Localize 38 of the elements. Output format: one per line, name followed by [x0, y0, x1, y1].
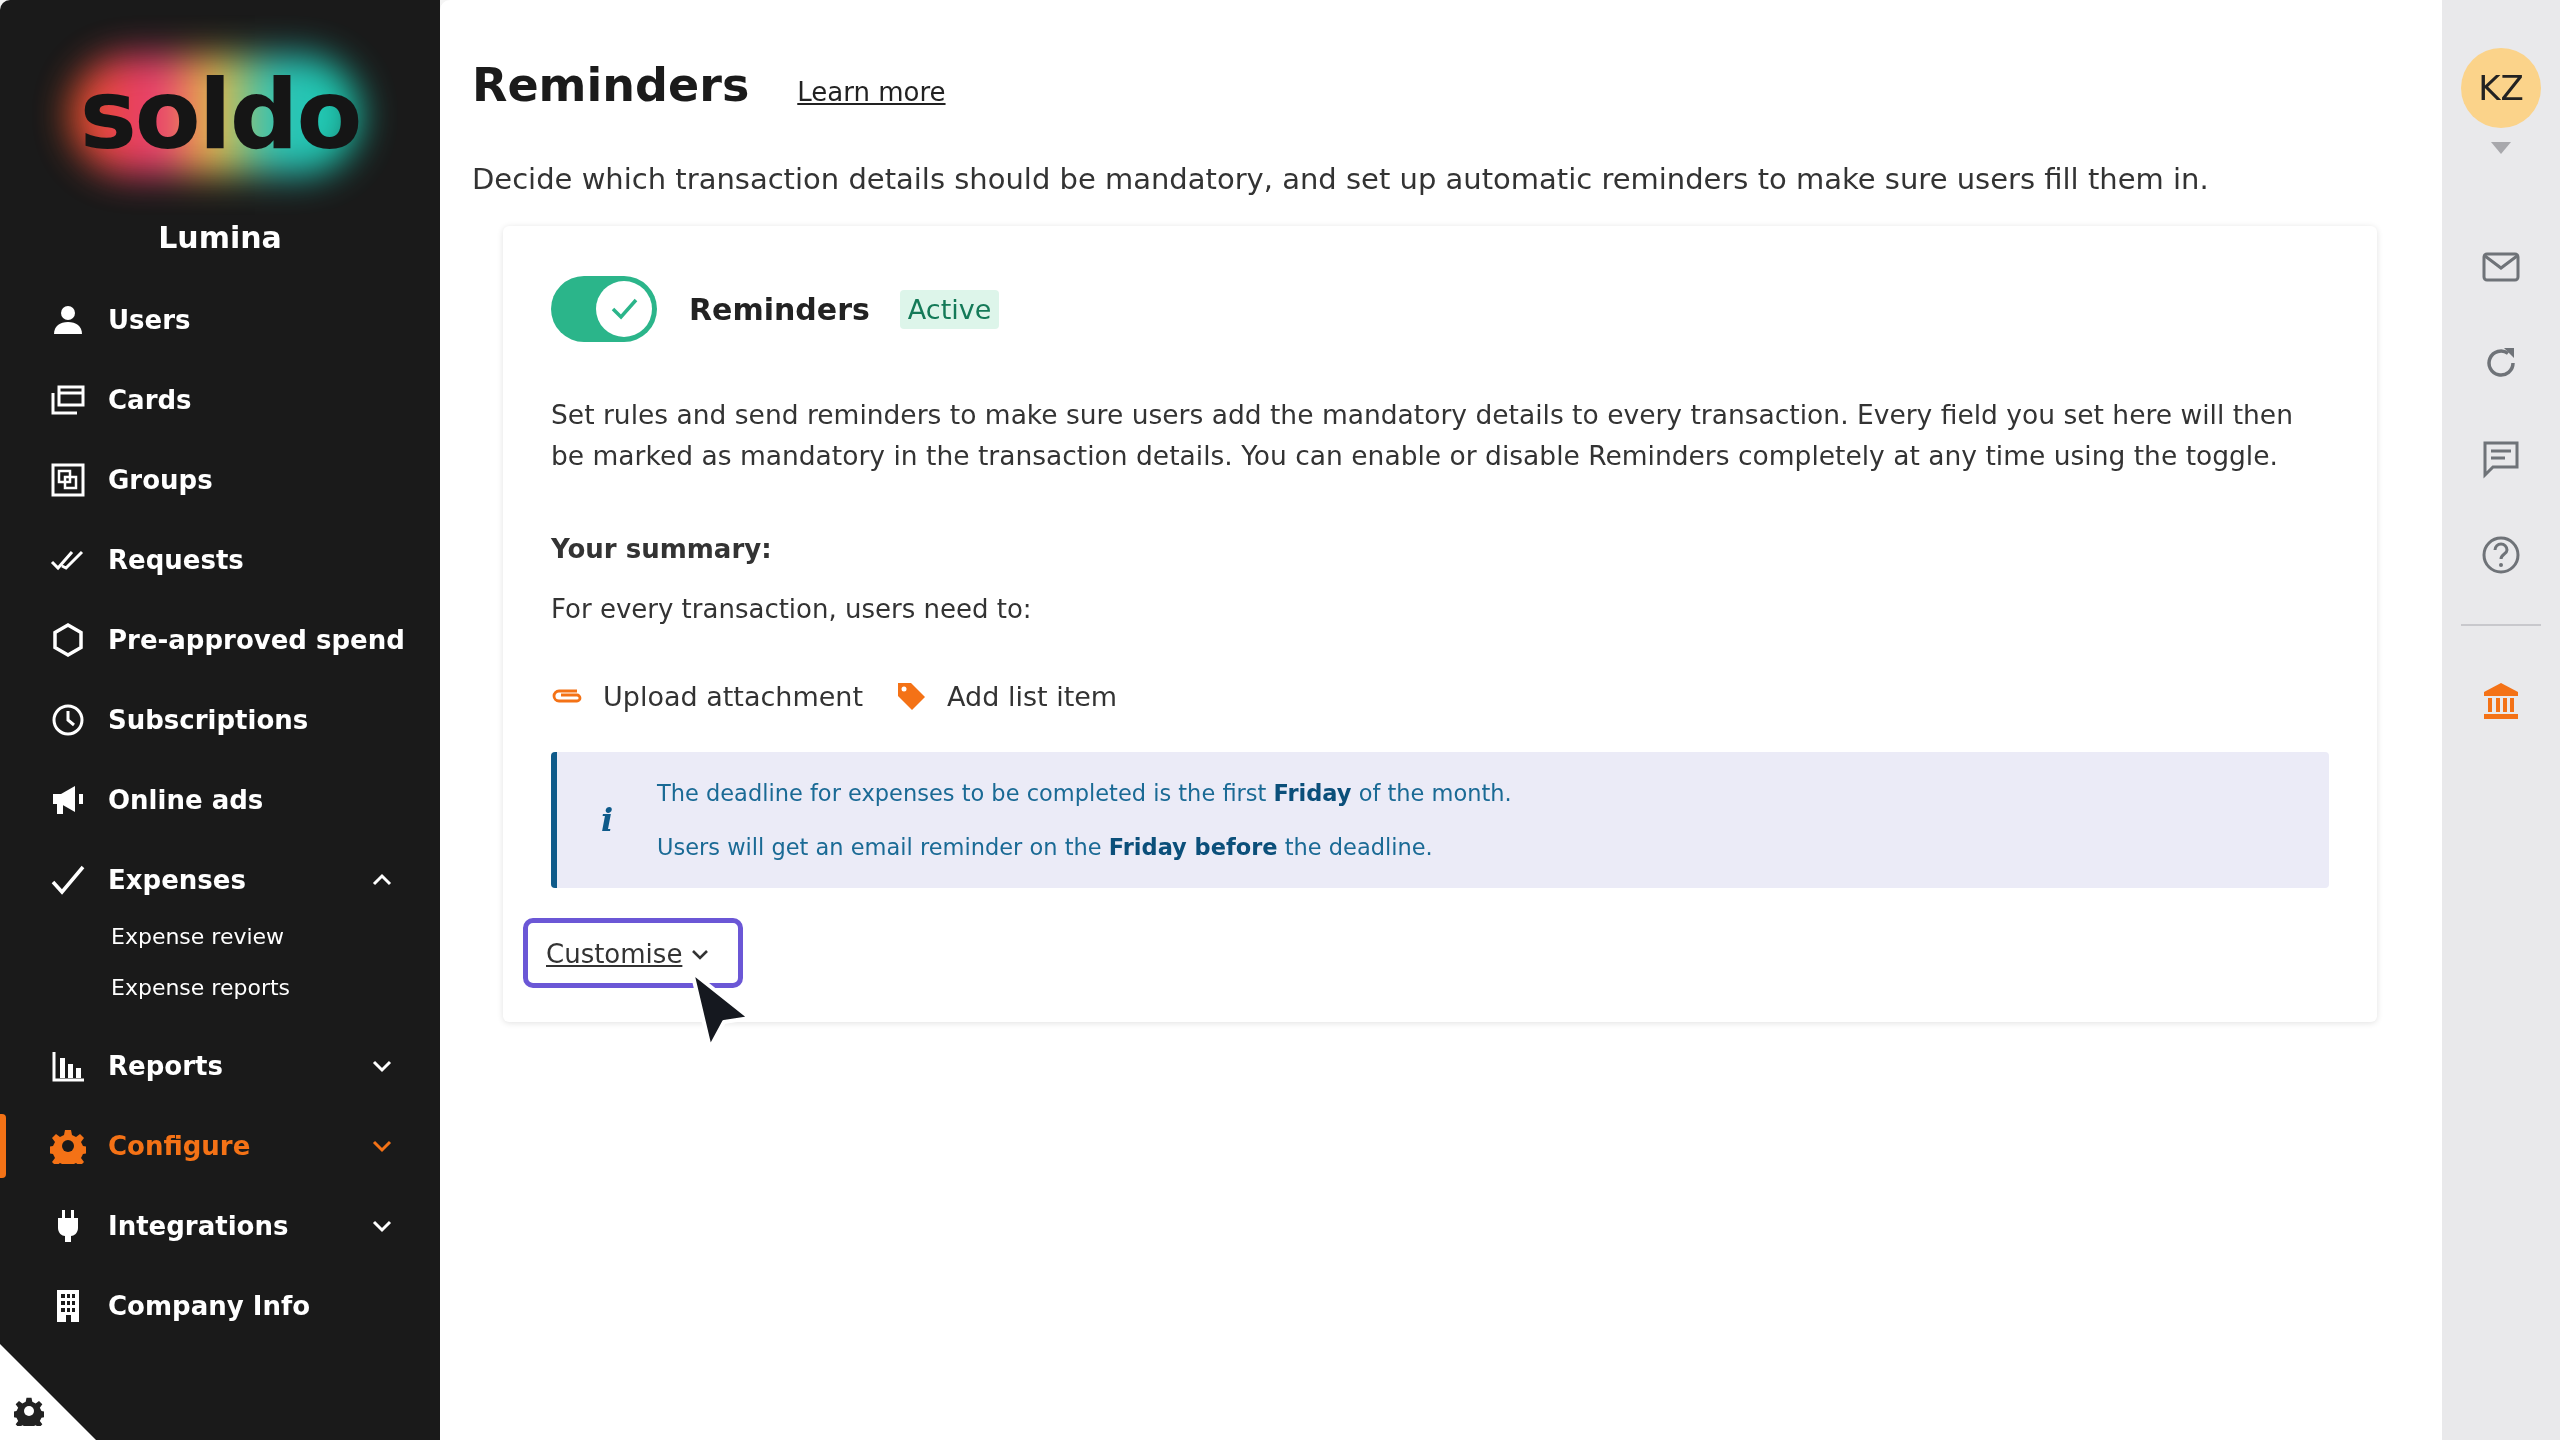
sidebar-item[interactable]: Cards	[0, 360, 440, 440]
settings-icon[interactable]	[14, 1396, 44, 1426]
summary-heading: Your summary:	[551, 534, 773, 564]
sidebar-item[interactable]: Expenses	[0, 840, 440, 920]
requirement-label: Upload attachment	[603, 680, 864, 712]
sidebar-item[interactable]: Groups	[0, 440, 440, 520]
sidebar-item[interactable]: Company Info	[0, 1266, 440, 1346]
tag-icon	[895, 680, 928, 712]
summary-intro: For every transaction, users need to:	[551, 594, 1033, 624]
sidebar-item[interactable]: Pre-approved spend	[0, 600, 440, 680]
sidebar-item[interactable]: Reports	[0, 1026, 440, 1106]
learn-more-link[interactable]: Learn more	[797, 77, 946, 107]
help-icon[interactable]	[2480, 534, 2522, 576]
sidebar-item[interactable]: Integrations	[0, 1186, 440, 1266]
info-text: Users will get an email reminder on the Friday before the deadline.	[657, 834, 1434, 860]
groups-icon	[50, 462, 86, 498]
sidebar-subitem[interactable]: Expense reports	[0, 975, 440, 1000]
info-text: The deadline for expenses to be completed is the first Friday of the month.	[657, 780, 1512, 806]
user-avatar[interactable]: KZ	[2461, 48, 2541, 128]
sidebar-item[interactable]: Requests	[0, 520, 440, 600]
page-title: Reminders	[472, 58, 750, 112]
customise-button[interactable]: Customise	[523, 918, 744, 988]
sidebar-item[interactable]: Users	[0, 280, 440, 360]
reminders-label: Reminders	[689, 291, 870, 327]
sidebar-item[interactable]: Subscriptions	[0, 680, 440, 760]
requirement-label: Add list item	[947, 680, 1118, 712]
page-description: Decide which transaction details should be mandatory, and set up automatic reminders to make sure users fill them in.	[472, 162, 2210, 196]
info-icon: i	[557, 801, 657, 839]
sidebar-item[interactable]: Online ads	[0, 760, 440, 840]
sidebar-subitem[interactable]: Expense review	[0, 924, 440, 949]
status-badge: Active	[899, 289, 1000, 329]
company-name: Lumina	[158, 220, 282, 255]
clock-icon	[50, 702, 86, 738]
reminders-description: Set rules and send reminders to make sure users add the mandatory details to every transaction. Every field you set here will then be marked as mandatory in the transaction details. You can enable or disable Reminders completely at any time using the toggle.	[551, 398, 2294, 473]
gear-icon	[50, 1128, 86, 1164]
sidebar-item[interactable]: Configure	[0, 1106, 440, 1186]
logo: soldo	[79, 59, 361, 171]
hexagon-icon	[50, 622, 86, 658]
